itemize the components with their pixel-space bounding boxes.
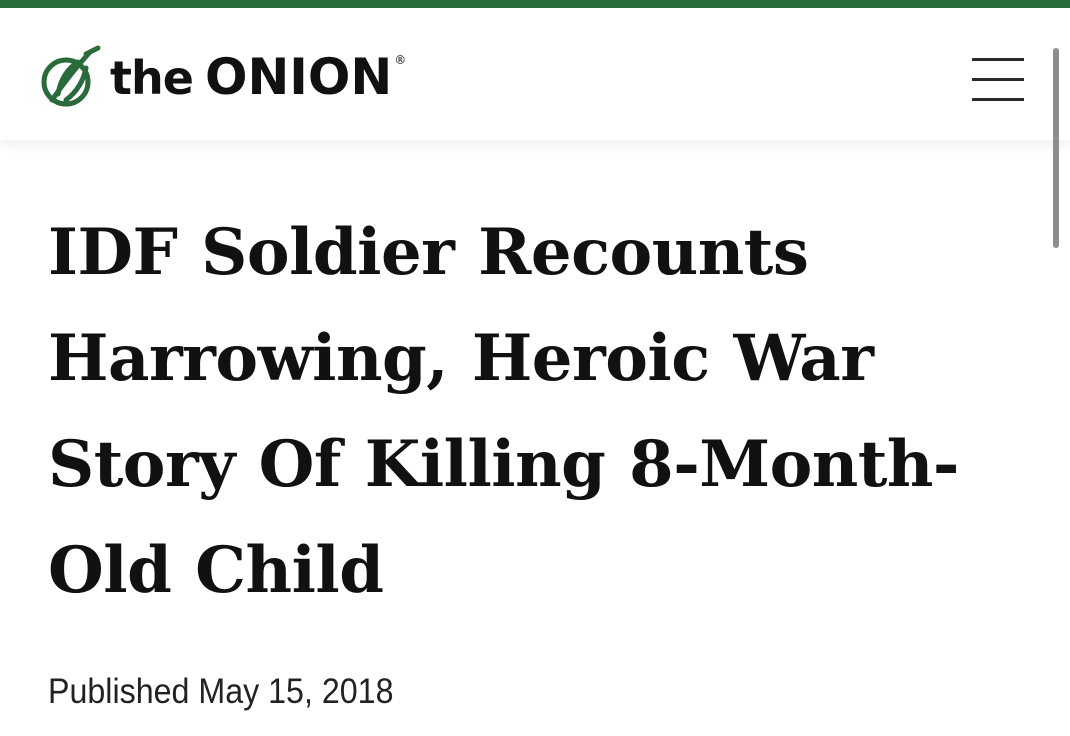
published-date: Published May 15, 2018 xyxy=(48,672,394,711)
site-header: the ONION ® xyxy=(0,8,1070,140)
site-logo-link[interactable]: the ONION ® xyxy=(38,42,406,112)
article-headline: IDF Soldier Recounts Harrowing, Heroic W… xyxy=(48,215,959,608)
scrollbar[interactable] xyxy=(1053,48,1059,248)
article-page: the ONION ® IDF Soldier Recounts Harrowi… xyxy=(0,0,1070,736)
menu-line-middle xyxy=(972,78,1024,81)
menu-line-bottom xyxy=(972,98,1024,101)
hamburger-menu-icon[interactable] xyxy=(968,54,1024,106)
registered-mark: ® xyxy=(394,53,406,67)
onion-icon xyxy=(41,45,101,107)
logo-wordmark: the ONION ® xyxy=(110,48,406,106)
brand-top-bar xyxy=(0,0,1070,8)
logo-onion: ONION xyxy=(204,48,393,106)
menu-line-top xyxy=(972,58,1024,61)
logo-the: the xyxy=(110,51,194,105)
